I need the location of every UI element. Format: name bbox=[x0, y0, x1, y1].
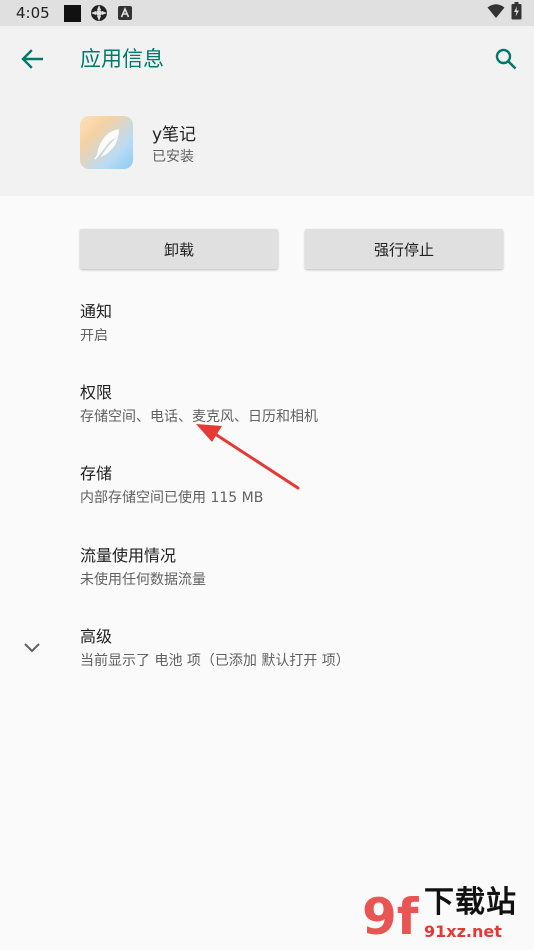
battery-icon bbox=[511, 2, 522, 24]
pref-storage[interactable]: 存储 内部存储空间已使用 115 MB bbox=[80, 463, 520, 508]
settings-flower-icon bbox=[89, 3, 109, 23]
pref-title: 高级 bbox=[80, 627, 113, 646]
letter-a-icon bbox=[115, 3, 135, 23]
feather-icon bbox=[93, 128, 119, 159]
pref-summary: 当前显示了 电池 项（已添加 默认打开 项） bbox=[80, 653, 350, 669]
app-install-status: 已安装 bbox=[152, 149, 194, 165]
app-icon bbox=[80, 116, 133, 169]
force-stop-button[interactable]: 强行停止 bbox=[305, 229, 503, 269]
black-square-icon bbox=[63, 4, 81, 22]
app-header: 应用信息 y笔记 已安装 bbox=[0, 26, 534, 196]
back-button[interactable] bbox=[14, 44, 50, 74]
watermark-name: 下载站 bbox=[424, 885, 517, 920]
pref-permissions[interactable]: 权限 存储空间、电话、麦克风、日历和相机 bbox=[80, 382, 520, 427]
pref-summary: 内部存储空间已使用 115 MB bbox=[80, 490, 264, 506]
pref-summary: 存储空间、电话、麦克风、日历和相机 bbox=[80, 409, 318, 425]
search-icon bbox=[495, 48, 517, 70]
app-name: y笔记 bbox=[152, 125, 197, 145]
status-right bbox=[487, 2, 522, 24]
watermark: 9f 下载站 91xz.net bbox=[360, 886, 528, 946]
pref-data-usage[interactable]: 流量使用情况 未使用任何数据流量 bbox=[80, 545, 520, 590]
pref-advanced[interactable]: 高级 当前显示了 电池 项（已添加 默认打开 项） bbox=[80, 626, 520, 671]
wifi-icon bbox=[487, 3, 505, 23]
pref-title: 通知 bbox=[80, 302, 113, 321]
watermark-logo: 9f bbox=[362, 888, 419, 946]
uninstall-button[interactable]: 卸载 bbox=[80, 229, 278, 269]
pref-summary: 开启 bbox=[80, 328, 108, 344]
chevron-down-icon[interactable] bbox=[20, 636, 44, 660]
status-time: 4:05 bbox=[16, 4, 50, 22]
page-title: 应用信息 bbox=[80, 47, 164, 71]
pref-title: 存储 bbox=[80, 464, 113, 483]
pref-title: 权限 bbox=[80, 383, 113, 402]
pref-notifications[interactable]: 通知 开启 bbox=[80, 301, 520, 346]
arrow-back-icon bbox=[21, 49, 43, 69]
watermark-url: 91xz.net bbox=[424, 922, 502, 941]
pref-summary: 未使用任何数据流量 bbox=[80, 572, 206, 588]
search-button[interactable] bbox=[490, 43, 522, 75]
status-bar: 4:05 bbox=[0, 0, 534, 26]
pref-title: 流量使用情况 bbox=[80, 546, 177, 565]
